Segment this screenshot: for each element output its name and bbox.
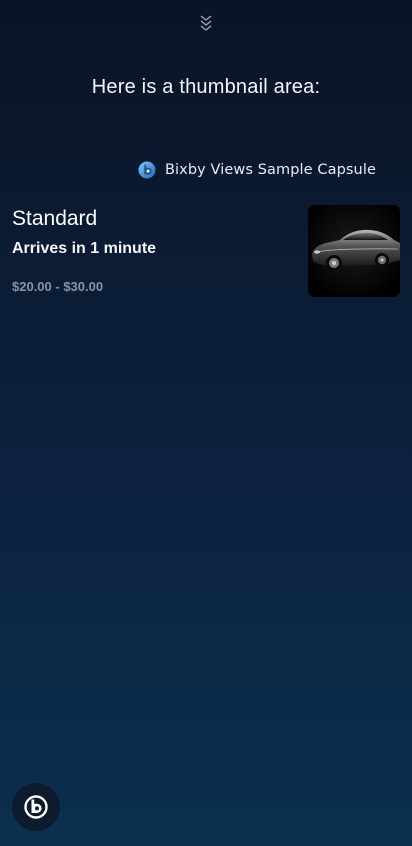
collapse-handle[interactable]	[198, 14, 214, 34]
card-price: $20.00 - $30.00	[12, 279, 104, 294]
car-image	[308, 205, 400, 297]
capsule-label: Bixby Views Sample Capsule	[138, 161, 376, 179]
result-card[interactable]: Standard Arrives in 1 minute $20.00 - $3…	[0, 205, 412, 301]
bixby-logo-icon	[138, 161, 156, 179]
bixby-logo-icon	[24, 795, 48, 819]
page-title: Here is a thumbnail area:	[91, 76, 321, 98]
capsule-name: Bixby Views Sample Capsule	[164, 162, 376, 178]
bixby-button[interactable]	[12, 783, 60, 831]
double-chevron-down-icon	[200, 15, 212, 31]
card-title: Standard	[12, 207, 98, 230]
card-subtitle: Arrives in 1 minute	[12, 240, 157, 257]
car-thumbnail	[308, 205, 400, 297]
